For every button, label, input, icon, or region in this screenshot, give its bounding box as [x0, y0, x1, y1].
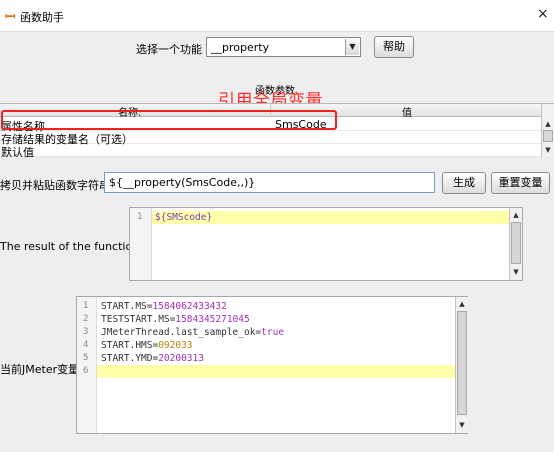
- var-value: 20200313: [158, 353, 204, 364]
- var-line: JMeterThread.last_sample_ok=true: [101, 327, 284, 338]
- line-number-gutter: 1: [130, 208, 152, 280]
- var-value: 1584345271045: [175, 314, 250, 325]
- line-number: 1: [83, 301, 89, 311]
- title-bar: ꟷ 函数助手 ×: [0, 0, 554, 32]
- line-number: 3: [83, 327, 89, 337]
- table-row[interactable]: 默认值: [0, 144, 541, 159]
- jmeter-vars-editor[interactable]: 1 2 3 4 5 6 START.MS=1584062433432 TESTS…: [76, 296, 468, 434]
- var-key: JMeterThread.last_sample_ok=: [101, 327, 262, 338]
- scroll-thumb[interactable]: [511, 222, 521, 264]
- column-header-value: 值: [402, 108, 412, 119]
- line-number: 5: [83, 353, 89, 363]
- window-title: 函数助手: [20, 11, 64, 24]
- close-icon[interactable]: ×: [537, 6, 549, 22]
- var-key: START.HMS=: [101, 340, 159, 351]
- var-key: START.YMD=: [101, 353, 159, 364]
- line-number: 6: [83, 366, 89, 376]
- function-string-value: ${__property(SmsCode,,)}: [109, 176, 256, 189]
- function-string-input[interactable]: ${__property(SmsCode,,)}: [104, 172, 435, 193]
- scroll-down-icon[interactable]: ▼: [542, 144, 554, 156]
- var-key: START.MS=: [101, 301, 153, 312]
- result-editor[interactable]: 1 ${SMScode} ▲ ▼: [129, 207, 523, 281]
- var-line: START.MS=1584062433432: [101, 301, 227, 312]
- result-scrollbar[interactable]: ▲ ▼: [509, 208, 522, 280]
- var-value: 092033: [158, 340, 193, 351]
- var-line: START.HMS=092033: [101, 340, 193, 351]
- jmeter-vars-scrollbar[interactable]: ▲ ▼: [455, 297, 468, 433]
- jmeter-vars-label: 当前JMeter变量: [0, 363, 80, 376]
- chevron-down-icon[interactable]: ▼: [345, 39, 359, 55]
- scroll-up-icon[interactable]: ▲: [510, 209, 522, 221]
- scroll-down-icon[interactable]: ▼: [510, 266, 522, 278]
- annotation-highlight-box: [1, 110, 337, 130]
- scroll-thumb[interactable]: [543, 130, 553, 142]
- param-name: 默认值: [1, 146, 34, 159]
- app-icon: ꟷ: [5, 10, 16, 25]
- function-select[interactable]: __property ▼: [206, 37, 361, 57]
- help-button[interactable]: 帮助: [374, 36, 414, 58]
- table-row[interactable]: 存储结果的变量名（可选）: [0, 131, 541, 146]
- function-select-label: 选择一个功能: [136, 43, 202, 56]
- line-number: 1: [137, 212, 143, 222]
- var-value: true: [261, 327, 285, 338]
- params-scrollbar[interactable]: ▲ ▼: [541, 104, 554, 157]
- generate-button[interactable]: 生成: [442, 172, 486, 194]
- var-line: TESTSTART.MS=1584345271045: [101, 314, 250, 325]
- line-number-gutter: 1 2 3 4 5 6: [77, 297, 97, 433]
- var-key: TESTSTART.MS=: [101, 314, 176, 325]
- scroll-down-icon[interactable]: ▼: [456, 419, 468, 431]
- var-value: 1584062433432: [152, 301, 227, 312]
- function-string-label: 拷贝并粘贴函数字符串: [0, 179, 110, 192]
- result-code-line: ${SMScode}: [155, 212, 213, 223]
- scroll-thumb[interactable]: [457, 311, 467, 415]
- line-number: 4: [83, 340, 89, 350]
- line-number: 2: [83, 314, 89, 324]
- reset-variables-button[interactable]: 重置变量: [491, 172, 550, 194]
- scroll-up-icon[interactable]: ▲: [456, 298, 468, 310]
- scroll-up-icon[interactable]: ▲: [542, 118, 554, 130]
- function-select-value: __property: [211, 41, 270, 54]
- current-line-highlight: [97, 365, 455, 378]
- var-line: START.YMD=20200313: [101, 353, 204, 364]
